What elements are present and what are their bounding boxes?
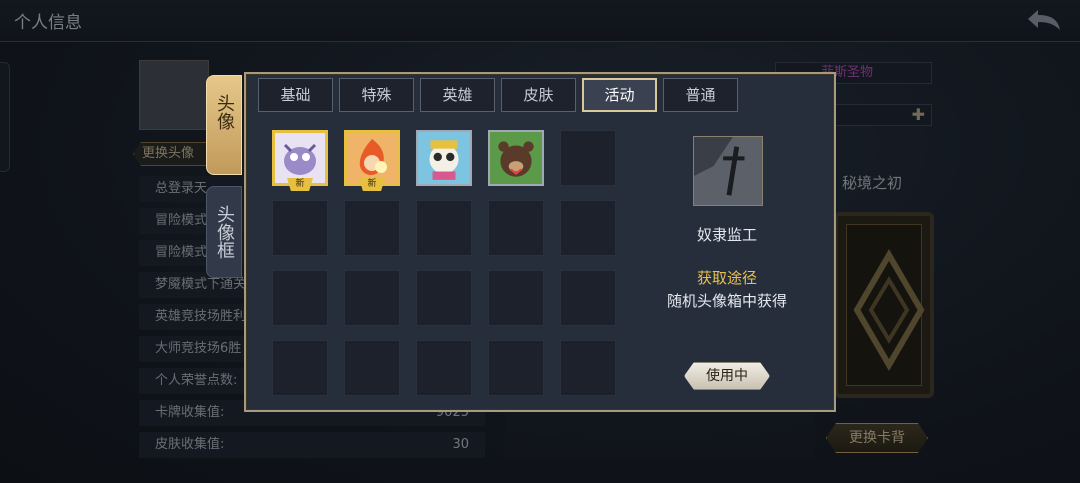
side-tab-avatar-frame[interactable]: 头像框 <box>206 186 242 278</box>
tab-normal[interactable]: 普通 <box>663 78 738 112</box>
panda-chef-avatar-icon <box>418 132 470 184</box>
avatar-slot-empty <box>272 200 328 256</box>
overseer-avatar-icon <box>694 137 762 205</box>
avatar-slot-empty <box>344 200 400 256</box>
in-use-button[interactable]: 使用中 <box>684 362 770 390</box>
avatar-slot-empty <box>272 270 328 326</box>
side-tab-label: 头像框 <box>214 205 235 259</box>
avatar-name: 奴隶监工 <box>696 226 757 244</box>
avatar-slot-empty <box>416 270 472 326</box>
tab-event[interactable]: 活动 <box>582 78 657 112</box>
avatar-slot[interactable]: 新 <box>272 130 328 191</box>
avatar-slot-empty <box>488 200 544 256</box>
avatar-slot-empty <box>560 270 616 326</box>
avatar-slot-empty <box>416 340 472 396</box>
tab-hero[interactable]: 英雄 <box>420 78 495 112</box>
avatar-slot-empty <box>560 130 616 186</box>
source-text: 随机头像箱中获得 <box>666 292 787 310</box>
selected-avatar-preview <box>693 136 763 206</box>
ghost-cow-avatar-icon <box>275 133 325 183</box>
source-heading: 获取途径 <box>696 269 757 287</box>
avatar-grid: 新 新 <box>272 130 616 396</box>
avatar-slot-empty <box>560 200 616 256</box>
side-tab-label: 头像 <box>214 94 235 130</box>
new-badge: 新 <box>359 178 385 191</box>
avatar-slot[interactable] <box>416 130 472 186</box>
avatar-slot-empty <box>488 270 544 326</box>
avatar-slot[interactable] <box>488 130 544 186</box>
avatar-slot-empty <box>272 340 328 396</box>
fire-girl-avatar-icon <box>347 133 397 183</box>
tab-skin[interactable]: 皮肤 <box>501 78 576 112</box>
new-badge: 新 <box>287 178 313 191</box>
side-tab-avatar[interactable]: 头像 <box>206 75 242 175</box>
tab-basic[interactable]: 基础 <box>258 78 333 112</box>
avatar-slot-empty <box>344 340 400 396</box>
avatar-slot-empty <box>416 200 472 256</box>
avatar-slot-empty <box>488 340 544 396</box>
avatar-slot-empty <box>344 270 400 326</box>
category-tabs: 基础 特殊 英雄 皮肤 活动 普通 <box>258 78 738 112</box>
avatar-slot[interactable]: 新 <box>344 130 400 191</box>
bear-warrior-avatar-icon <box>490 132 542 184</box>
avatar-slot-empty <box>560 340 616 396</box>
tab-special[interactable]: 特殊 <box>339 78 414 112</box>
